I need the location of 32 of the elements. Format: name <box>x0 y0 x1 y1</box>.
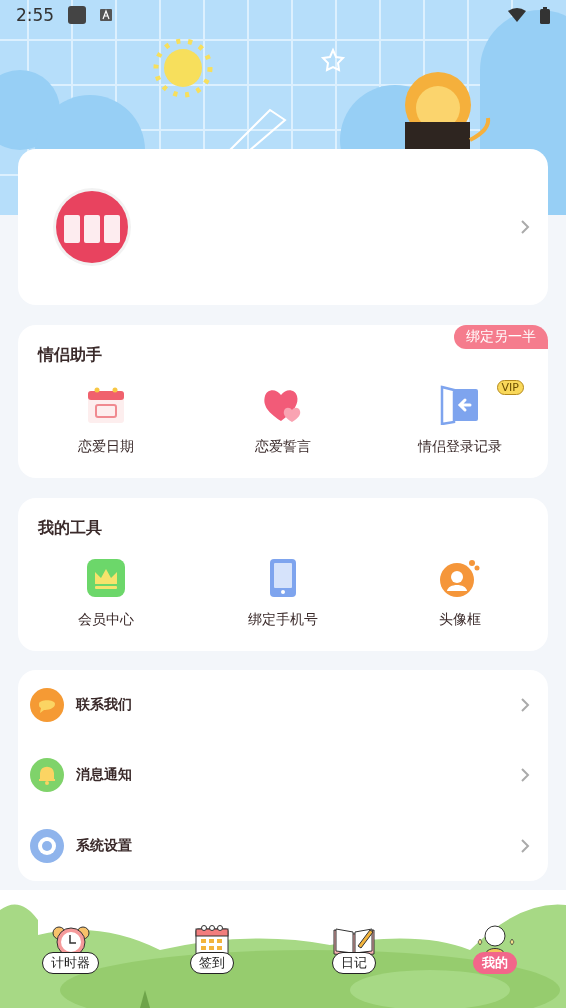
avatar-frame-icon <box>438 558 481 598</box>
phone-icon <box>268 559 298 597</box>
tab[interactable]: 签到 <box>141 924 283 974</box>
profile-card[interactable] <box>18 149 548 305</box>
chevron-right-icon <box>520 767 530 784</box>
vip-tag: VIP <box>496 380 524 395</box>
notification-icon <box>68 6 87 24</box>
feature-label[interactable]: 绑定手机号 <box>248 611 318 629</box>
tab[interactable]: 日记 <box>283 924 425 974</box>
door-icon <box>439 385 480 425</box>
chevron-right-icon <box>520 697 530 714</box>
calendar-icon <box>86 385 127 425</box>
avatar-icon <box>52 187 132 267</box>
feature-label[interactable]: 恋爱日期 <box>78 438 135 456</box>
feature-label[interactable]: 头像框 <box>438 611 481 629</box>
section-title: 我的工具 <box>38 518 102 539</box>
menu-item-label[interactable]: 消息通知 <box>76 766 132 785</box>
feature-label[interactable]: 恋爱誓言 <box>255 438 311 456</box>
crown-icon <box>87 559 126 597</box>
keyboard-notification-icon <box>100 9 113 21</box>
wifi-icon <box>508 8 526 22</box>
battery-icon <box>540 6 550 24</box>
feature-label[interactable]: 会员中心 <box>78 611 135 629</box>
chevron-right-icon <box>520 837 530 854</box>
chevron-right-icon <box>520 219 530 235</box>
section-title: 情侣助手 <box>38 345 102 366</box>
status-time: 2:55 <box>16 5 55 25</box>
calendar-icon <box>194 924 231 956</box>
menu-item-label[interactable]: 联系我们 <box>76 696 132 715</box>
menu-item-label[interactable]: 系统设置 <box>76 836 132 855</box>
feature-label[interactable]: 情侣登录记录 <box>417 438 502 456</box>
tab[interactable]: 计时器 <box>0 924 142 974</box>
